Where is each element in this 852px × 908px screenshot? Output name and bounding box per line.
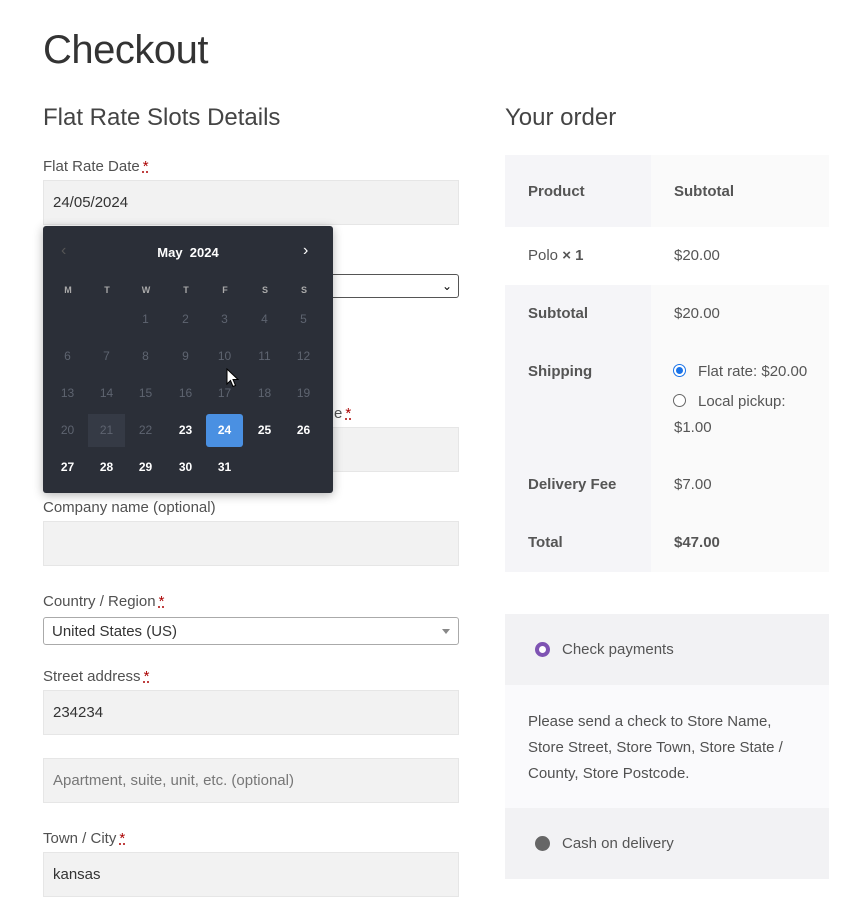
shipping-label: Shipping [528, 363, 593, 380]
caret-down-icon [442, 629, 450, 634]
payment-check-label[interactable]: Check payments [562, 641, 674, 658]
weekday-header: W [141, 285, 151, 295]
order-section-title: Your order [505, 104, 617, 131]
calendar-day[interactable]: 24 [206, 414, 243, 447]
order-item-price: $20.00 [674, 247, 720, 264]
calendar-day[interactable]: 31 [206, 451, 243, 484]
order-item-name: Polo × 1 [528, 247, 584, 264]
page-title: Checkout [43, 28, 208, 72]
header-subtotal: Subtotal [674, 183, 734, 200]
calendar-day: 6 [64, 349, 71, 363]
calendar-day: 20 [60, 423, 75, 437]
payment-option-check[interactable]: Check payments [505, 614, 829, 685]
radio-unselected-icon[interactable] [535, 836, 550, 851]
company-name-input[interactable] [43, 521, 459, 566]
weekday-header: M [64, 285, 72, 295]
weekday-header: S [261, 285, 268, 295]
delivery-fee-label: Delivery Fee [528, 476, 617, 493]
flat-rate-date-label: Flat Rate Date * [43, 158, 149, 175]
calendar-day: 9 [182, 349, 189, 363]
city-label: Town / City * [43, 830, 126, 847]
shipping-flat-rate-radio[interactable] [673, 364, 686, 377]
calendar-day[interactable]: 23 [167, 414, 204, 447]
payment-check-description: Please send a check to Store Name, Store… [505, 685, 829, 808]
calendar-day[interactable]: 26 [285, 414, 322, 447]
delivery-fee-value: $7.00 [674, 476, 712, 493]
shipping-local-pickup-radio[interactable] [673, 394, 686, 407]
calendar-day: 19 [296, 386, 311, 400]
header-product: Product [528, 183, 585, 200]
calendar-day: 11 [258, 349, 271, 363]
datepicker-month-year: May 2024 [157, 245, 219, 260]
radio-selected-icon[interactable] [535, 642, 550, 657]
apartment-input[interactable]: Apartment, suite, unit, etc. (optional) [43, 758, 459, 803]
calendar-day[interactable]: 28 [88, 451, 125, 484]
calendar-day[interactable]: 25 [246, 414, 283, 447]
calendar-day: 18 [257, 386, 272, 400]
calendar-day[interactable]: 29 [127, 451, 164, 484]
shipping-local-pickup-price: $1.00 [674, 419, 712, 436]
weekday-header: T [183, 285, 189, 295]
calendar-day: 14 [99, 386, 114, 400]
slots-section-title: Flat Rate Slots Details [43, 104, 281, 131]
calendar-day[interactable]: 27 [49, 451, 86, 484]
subtotal-value: $20.00 [674, 305, 720, 322]
calendar-day: 15 [138, 386, 153, 400]
calendar-day: 1 [142, 312, 149, 326]
calendar-day: 5 [300, 312, 307, 326]
shipping-flat-rate-label[interactable]: Flat rate: $20.00 [698, 363, 807, 380]
country-label: Country / Region * [43, 593, 165, 610]
calendar-day: 2 [182, 312, 189, 326]
calendar-day[interactable]: 30 [167, 451, 204, 484]
street-address-input[interactable]: 234234 [43, 690, 459, 735]
order-review-table: Product Subtotal Polo × 1 $20.00 Subtota… [505, 155, 829, 572]
company-name-label: Company name (optional) [43, 499, 216, 516]
slot-time-select[interactable]: ⌄ [330, 274, 459, 298]
total-value: $47.00 [674, 534, 720, 551]
payment-option-cod[interactable]: Cash on delivery [505, 808, 829, 879]
mouse-cursor-icon [226, 368, 239, 388]
calendar-day: 21 [88, 414, 125, 447]
country-select[interactable]: United States (US) [43, 617, 459, 645]
weekday-header: F [222, 285, 228, 295]
chevron-down-icon: ⌄ [441, 279, 452, 293]
flat-rate-date-input[interactable]: 24/05/2024 [43, 180, 459, 225]
calendar-day: 16 [178, 386, 193, 400]
shipping-local-pickup-label[interactable]: Local pickup: [698, 393, 786, 410]
street-address-label: Street address * [43, 668, 150, 685]
payment-cod-label[interactable]: Cash on delivery [562, 835, 674, 852]
calendar-day: 4 [261, 312, 268, 326]
calendar-day: 12 [296, 349, 311, 363]
calendar-day: 13 [60, 386, 75, 400]
subtotal-label: Subtotal [528, 305, 588, 322]
datepicker-popup: ‹ May 2024 › MTWTFSS 1 2 3 4 5 6 7 8 9 10 11 12 13 14… [43, 226, 333, 493]
total-label: Total [528, 534, 563, 551]
chevron-right-icon[interactable]: › [303, 242, 308, 260]
weekday-header: T [104, 285, 110, 295]
calendar-day: 3 [221, 312, 228, 326]
city-input[interactable]: kansas [43, 852, 459, 897]
calendar-day: 8 [142, 349, 149, 363]
hidden-field-label-tail: e * [334, 405, 352, 422]
calendar-day: 22 [138, 423, 153, 437]
weekday-header: S [300, 285, 307, 295]
calendar-day: 7 [103, 349, 110, 363]
